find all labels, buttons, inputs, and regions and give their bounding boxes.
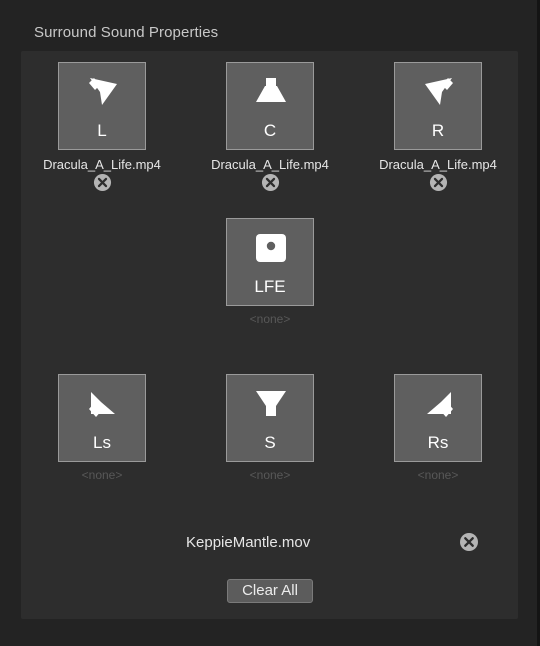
- channel-slot-ls: Ls <none>: [27, 374, 177, 482]
- channel-tile-rs[interactable]: Rs: [394, 374, 482, 462]
- speaker-front-right-icon: [425, 78, 453, 105]
- channel-slot-rs: Rs <none>: [363, 374, 513, 482]
- channel-slot-r: R Dracula_A_Life.mp4: [363, 62, 513, 192]
- speaker-surround-icon: [256, 391, 286, 416]
- channel-label-r: R: [431, 121, 445, 140]
- remove-source-icon[interactable]: [459, 532, 479, 552]
- channel-slot-l: L Dracula_A_Life.mp4: [27, 62, 177, 192]
- panel-title: Surround Sound Properties: [34, 24, 219, 41]
- channel-label-l: L: [97, 121, 107, 140]
- channel-assignment-ls: <none>: [81, 468, 123, 482]
- remove-assignment-c-icon[interactable]: [261, 173, 280, 192]
- channel-assignment-rs: <none>: [417, 468, 459, 482]
- channel-label-s: S: [264, 433, 276, 452]
- source-file-name: KeppieMantle.mov: [186, 534, 311, 551]
- clear-all-button[interactable]: Clear All: [227, 579, 313, 603]
- subwoofer-icon: [256, 234, 286, 262]
- channel-slot-c: C Dracula_A_Life.mp4: [195, 62, 345, 192]
- remove-assignment-r-icon[interactable]: [429, 173, 448, 192]
- speaker-front-left-icon: [89, 78, 117, 105]
- channel-assignment-c: Dracula_A_Life.mp4: [211, 157, 329, 172]
- speaker-right-surround-icon: [427, 392, 453, 417]
- channel-tile-c[interactable]: C: [226, 62, 314, 150]
- surround-sound-window: Surround Sound Properties L Dracula_A_Li…: [0, 0, 540, 646]
- speaker-left-surround-icon: [89, 392, 115, 417]
- channel-slot-lfe: LFE <none>: [195, 218, 345, 326]
- channel-label-c: C: [263, 121, 277, 140]
- channel-assignment-s: <none>: [249, 468, 291, 482]
- channel-tile-lfe[interactable]: LFE: [226, 218, 314, 306]
- channel-slot-s: S <none>: [195, 374, 345, 482]
- channel-assignment-r: Dracula_A_Life.mp4: [379, 157, 497, 172]
- channel-label-rs: Rs: [427, 433, 449, 452]
- channel-tile-ls[interactable]: Ls: [58, 374, 146, 462]
- remove-assignment-l-icon[interactable]: [93, 173, 112, 192]
- channel-assignment-l: Dracula_A_Life.mp4: [43, 157, 161, 172]
- channel-label-lfe: LFE: [254, 277, 286, 296]
- channel-tile-s[interactable]: S: [226, 374, 314, 462]
- channel-tile-r[interactable]: R: [394, 62, 482, 150]
- speaker-center-icon: [256, 78, 286, 102]
- channel-assignment-lfe: <none>: [249, 312, 291, 326]
- channel-tile-l[interactable]: L: [58, 62, 146, 150]
- channel-label-ls: Ls: [93, 433, 111, 452]
